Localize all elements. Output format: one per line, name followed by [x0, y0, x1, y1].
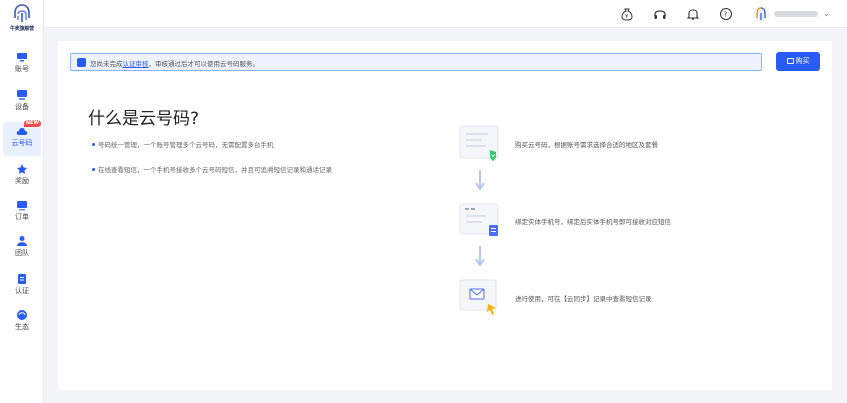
sidebar-item-order[interactable]: 订单	[3, 196, 41, 230]
bullet-dot	[92, 168, 95, 171]
sidebar-item-account[interactable]: 账号	[3, 48, 41, 82]
verification-link[interactable]: 认证审核	[123, 60, 149, 68]
sidebar-item-ecosystem[interactable]: 生态	[3, 306, 41, 340]
feature-bullet: 在线查看短信，一个手机号接收多个云号码短信，并且可追溯短信记录和通话记录	[92, 164, 332, 174]
arrow-down-icon	[475, 170, 485, 191]
feature-bullet: 号码统一管理，一个账号管理多个云号码，无需配置多台手机	[92, 139, 274, 149]
svg-text:¥: ¥	[625, 14, 628, 20]
username-redacted[interactable]	[774, 11, 818, 17]
info-icon	[77, 58, 86, 67]
verification-notice: 您尚未完成认证审核，审核通过后才可以使用云号码服务。	[70, 53, 762, 71]
sidebar-item-label: 生态	[15, 323, 29, 331]
notice-text: 您尚未完成认证审核，审核通过后才可以使用云号码服务。	[90, 58, 259, 68]
sidebar-item-reward[interactable]: 奖励	[3, 160, 41, 194]
notice-prefix: 您尚未完成	[90, 60, 123, 68]
brand-name: 牛卖旗舰营	[9, 26, 34, 32]
verify-icon	[18, 274, 26, 284]
account-icon	[17, 53, 27, 62]
sidebar-item-label: 云号码	[11, 139, 33, 147]
bind-phone-illustration-icon	[459, 203, 499, 236]
device-icon	[17, 90, 27, 100]
sidebar-item-label: 认证	[15, 287, 29, 295]
sidebar-item-verify[interactable]: 认证	[3, 270, 41, 304]
page-title: 什么是云号码?	[88, 109, 200, 129]
use-messages-illustration-icon	[459, 279, 497, 315]
sidebar-item-team[interactable]: 团队	[3, 232, 41, 266]
sidebar-item-cloud-number[interactable]: 云号码 NEW	[3, 120, 41, 156]
sidebar-item-device[interactable]: 设备	[3, 86, 41, 120]
brand-logo[interactable]: 牛卖旗舰营	[4, 4, 40, 36]
purchase-illustration-icon	[459, 125, 499, 161]
cart-icon	[786, 58, 794, 64]
bell-icon[interactable]	[686, 7, 700, 21]
arrow-down-icon	[475, 246, 485, 267]
feature-text: 在线查看短信，一个手机号接收多个云号码短信，并且可追溯短信记录和通话记录	[98, 166, 332, 174]
sidebar: 牛卖旗舰营 账号 设备 云号码 NEW 奖励 订单 团队 认证 生态	[0, 0, 44, 403]
avatar-logo-icon	[756, 7, 766, 20]
team-icon	[17, 236, 27, 246]
new-badge: NEW	[23, 120, 41, 127]
help-icon[interactable]: ?	[719, 7, 733, 21]
sidebar-item-label: 团队	[15, 249, 29, 257]
sidebar-item-label: 设备	[15, 103, 29, 111]
sidebar-item-label: 订单	[15, 213, 29, 221]
buy-button[interactable]: 购买	[776, 52, 820, 71]
money-bag-icon[interactable]: ¥	[620, 7, 634, 21]
bullet-dot	[92, 143, 95, 146]
main-card	[58, 41, 832, 390]
user-avatar[interactable]	[753, 6, 769, 22]
headset-icon[interactable]	[653, 7, 667, 21]
notice-suffix: ，审核通过后才可以使用云号码服务。	[148, 60, 260, 68]
step-text: 进行使用，可在【云同步】记录中查看短信记录	[515, 295, 652, 303]
feature-text: 号码统一管理，一个账号管理多个云号码，无需配置多台手机	[98, 141, 274, 149]
svg-text:?: ?	[724, 11, 728, 19]
fingerprint-logo-icon	[14, 4, 30, 22]
buy-button-label: 购买	[795, 57, 810, 65]
sidebar-item-label: 账号	[15, 65, 29, 73]
step-text: 绑定实体手机号，绑定后实体手机号即可接收对应短信	[515, 218, 671, 226]
sidebar-item-label: 奖励	[15, 177, 29, 185]
reward-icon	[17, 164, 27, 174]
step-text: 购买云号码，根据账号需求选择合适的地区及套餐	[515, 141, 658, 149]
order-icon	[17, 201, 27, 211]
chevron-down-icon[interactable]: ⌄	[823, 9, 830, 18]
ecosystem-icon	[17, 310, 27, 320]
